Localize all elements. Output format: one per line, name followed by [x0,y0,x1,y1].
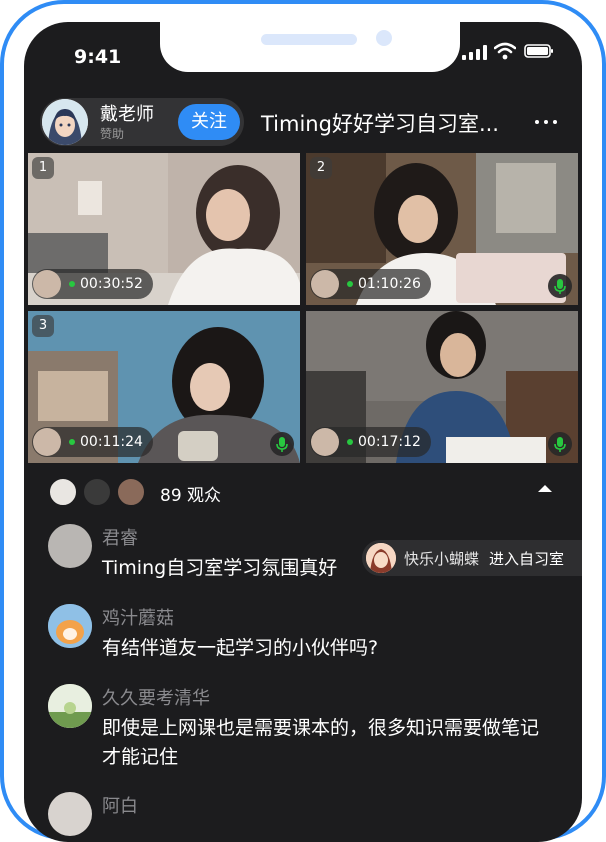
front-camera [376,30,392,46]
chat-username: 阿白 [102,796,138,817]
timer-text: 00:30:52 [80,276,143,292]
user-avatar[interactable] [33,270,61,298]
host-subtitle: 赞助 [100,127,125,141]
chat-message: 鸡汁蘑菇 有结伴道友一起学习的小伙伴吗? [48,604,568,668]
more-dot-icon [553,120,557,124]
user-avatar[interactable] [33,428,61,456]
viewer-avatar [48,477,78,507]
more-dot-icon [535,120,539,124]
status-time: 9:41 [74,46,122,68]
chat-text: 即使是上网课也是需要课本的，很多知识需要做笔记才能记住 [102,717,540,768]
chat-text: 有结伴道友一起学习的小伙伴吗? [102,637,379,659]
viewer-avatar [82,477,112,507]
chat-message: 阿白 [48,792,568,842]
mic-icon[interactable] [548,274,572,298]
mic-icon[interactable] [270,432,294,456]
user-avatar[interactable] [48,684,92,728]
user-avatar[interactable] [48,604,92,648]
timer-text: 00:11:24 [80,434,143,450]
tile-number: 2 [310,157,332,179]
user-avatar[interactable] [311,428,339,456]
live-dot-icon [69,281,75,287]
user-avatar[interactable] [311,270,339,298]
chat-username: 鸡汁蘑菇 [102,608,174,629]
chat-username: 君睿 [102,528,138,549]
chat-username: 久久要考清华 [102,688,210,709]
host-avatar[interactable] [42,99,88,145]
video-tile[interactable]: 1 00:30:52 [28,153,300,305]
more-options-button[interactable] [528,110,564,134]
video-tile[interactable]: 3 00:11:24 [28,311,300,463]
video-tile[interactable]: 00:17:12 [306,311,578,463]
room-header: 戴老师 赞助 关注 Timing好好学习自习室... [40,98,570,146]
user-avatar [366,543,396,573]
tile-number: 1 [32,157,54,179]
app-screen: 9:41 戴老师 赞助 关注 Timing好好学习自习室... 1 00:30:… [24,22,582,842]
user-avatar[interactable] [48,792,92,836]
video-grid: 1 00:30:52 2 01:10:26 3 00:11:24 00:17:1… [28,153,578,464]
signal-icon [462,44,487,60]
timer-text: 01:10:26 [358,276,421,292]
live-dot-icon [347,281,353,287]
video-tile[interactable]: 2 01:10:26 [306,153,578,305]
user-avatar[interactable] [48,524,92,568]
host-name: 戴老师 [100,104,154,125]
study-timer: 00:17:12 [310,427,431,457]
speaker [261,34,357,45]
chat-message: 久久要考清华 即使是上网课也是需要课本的，很多知识需要做笔记才能记住 [48,684,568,780]
join-action: 进入自习室 [489,549,565,568]
join-username: 快乐小蝴蝶 [404,549,480,568]
viewer-count: 89 观众 [160,486,222,506]
tile-number: 3 [32,315,54,337]
host-card[interactable]: 戴老师 赞助 关注 [40,98,244,146]
join-notification: 快乐小蝴蝶 进入自习室 [362,540,582,576]
timer-text: 00:17:12 [358,434,421,450]
wifi-icon [494,42,516,60]
study-timer: 00:30:52 [32,269,153,299]
room-title: Timing好好学习自习室... [261,112,499,136]
more-dot-icon [544,120,548,124]
mic-icon[interactable] [548,432,572,456]
study-timer: 01:10:26 [310,269,431,299]
viewer-avatar [116,477,146,507]
battery-icon [524,44,553,58]
notch [160,22,460,72]
follow-button[interactable]: 关注 [178,104,240,140]
viewer-bar[interactable]: 89 观众 [48,477,558,507]
live-dot-icon [69,439,75,445]
live-dot-icon [347,439,353,445]
study-timer: 00:11:24 [32,427,153,457]
collapse-arrow-icon[interactable] [538,485,552,492]
